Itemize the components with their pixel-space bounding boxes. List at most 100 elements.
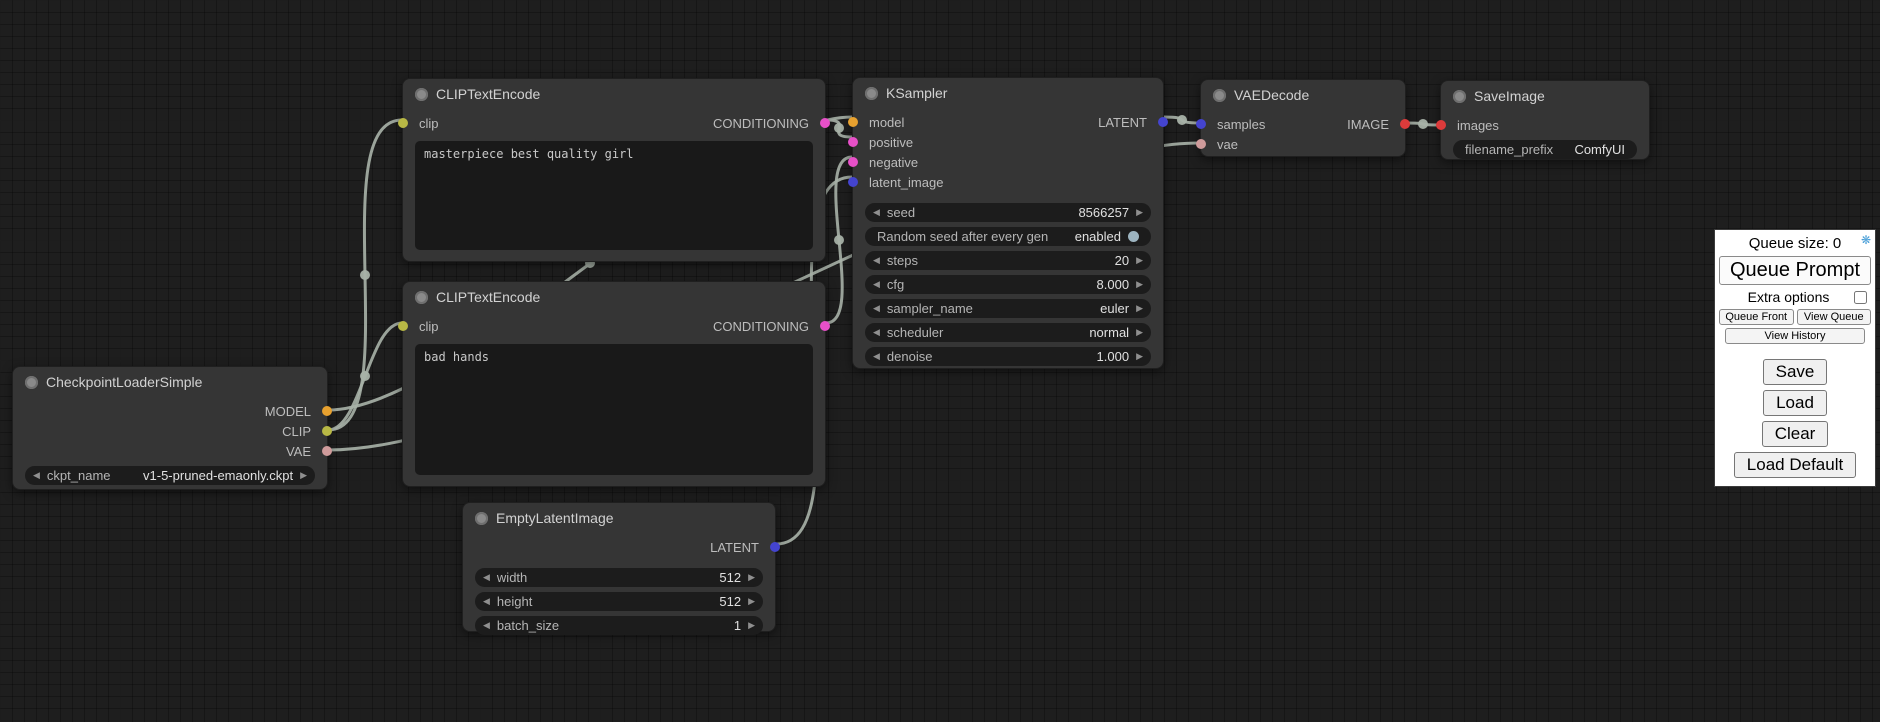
random-seed-toggle-widget[interactable]: Random seed after every gen enabled	[865, 227, 1151, 246]
node-collapse-icon[interactable]	[865, 87, 878, 100]
seed-widget[interactable]: ◀ seed 8566257 ▶	[865, 203, 1151, 222]
load-default-button[interactable]: Load Default	[1734, 452, 1856, 478]
output-label-latent: LATENT	[1098, 115, 1147, 130]
scheduler-widget[interactable]: ◀ scheduler normal ▶	[865, 323, 1151, 342]
decrement-arrow-icon[interactable]: ◀	[33, 471, 40, 480]
increment-arrow-icon[interactable]: ▶	[748, 597, 755, 606]
node-title-bar[interactable]: KSampler	[853, 78, 1163, 108]
prompt-textarea[interactable]: bad hands	[415, 344, 813, 475]
decrement-arrow-icon[interactable]: ◀	[873, 304, 880, 313]
latent-image-input-dot[interactable]	[848, 177, 858, 187]
slot-row: model LATENT	[853, 112, 1163, 132]
samples-input-dot[interactable]	[1196, 119, 1206, 129]
decrement-arrow-icon[interactable]: ◀	[483, 621, 490, 630]
decrement-arrow-icon[interactable]: ◀	[873, 256, 880, 265]
load-button[interactable]: Load	[1763, 390, 1827, 416]
height-widget[interactable]: ◀ height 512 ▶	[475, 592, 763, 611]
cfg-widget[interactable]: ◀ cfg 8.000 ▶	[865, 275, 1151, 294]
image-output-dot[interactable]	[1400, 119, 1410, 129]
increment-arrow-icon[interactable]: ▶	[1136, 304, 1143, 313]
batch-size-widget[interactable]: ◀ batch_size 1 ▶	[475, 616, 763, 635]
clip-input-dot[interactable]	[398, 321, 408, 331]
view-queue-button[interactable]: View Queue	[1797, 309, 1872, 325]
node-checkpoint-loader[interactable]: CheckpointLoaderSimple MODEL CLIP VAE ◀ …	[12, 366, 328, 490]
increment-arrow-icon[interactable]: ▶	[1136, 280, 1143, 289]
widget-value: 512	[719, 570, 741, 585]
increment-arrow-icon[interactable]: ▶	[1136, 328, 1143, 337]
clear-button[interactable]: Clear	[1762, 421, 1829, 447]
decrement-arrow-icon[interactable]: ◀	[483, 597, 490, 606]
node-canvas[interactable]: CheckpointLoaderSimple MODEL CLIP VAE ◀ …	[0, 0, 1880, 722]
node-ksampler[interactable]: KSampler model LATENT positive negative …	[852, 77, 1164, 369]
model-output-dot[interactable]	[322, 406, 332, 416]
clip-input-dot[interactable]	[398, 118, 408, 128]
increment-arrow-icon[interactable]: ▶	[1136, 352, 1143, 361]
node-vae-decode[interactable]: VAEDecode samples IMAGE vae	[1200, 79, 1406, 157]
denoise-widget[interactable]: ◀ denoise 1.000 ▶	[865, 347, 1151, 366]
link-midpoint-dot	[834, 123, 844, 133]
input-label-negative: negative	[869, 155, 918, 170]
latent-output-dot[interactable]	[1158, 117, 1168, 127]
filename-prefix-widget[interactable]: filename_prefix ComfyUI	[1453, 140, 1637, 159]
slot-row: CLIP	[13, 421, 327, 441]
widget-label: steps	[887, 253, 918, 268]
output-label-latent: LATENT	[710, 540, 759, 555]
width-widget[interactable]: ◀ width 512 ▶	[475, 568, 763, 587]
increment-arrow-icon[interactable]: ▶	[748, 573, 755, 582]
images-input-dot[interactable]	[1436, 120, 1446, 130]
node-clip-text-encode-positive[interactable]: CLIPTextEncode clip CONDITIONING masterp…	[402, 78, 826, 262]
decrement-arrow-icon[interactable]: ◀	[873, 208, 880, 217]
node-clip-text-encode-negative[interactable]: CLIPTextEncode clip CONDITIONING bad han…	[402, 281, 826, 487]
increment-arrow-icon[interactable]: ▶	[748, 621, 755, 630]
increment-arrow-icon[interactable]: ▶	[300, 471, 307, 480]
vae-input-dot[interactable]	[1196, 139, 1206, 149]
ckpt-name-widget[interactable]: ◀ ckpt_name v1-5-pruned-emaonly.ckpt ▶	[25, 466, 315, 485]
node-collapse-icon[interactable]	[1453, 90, 1466, 103]
steps-widget[interactable]: ◀ steps 20 ▶	[865, 251, 1151, 270]
input-label-clip: clip	[419, 116, 439, 131]
extra-options-checkbox[interactable]	[1854, 291, 1867, 304]
positive-input-dot[interactable]	[848, 137, 858, 147]
save-button[interactable]: Save	[1763, 359, 1828, 385]
sampler-name-widget[interactable]: ◀ sampler_name euler ▶	[865, 299, 1151, 318]
node-collapse-icon[interactable]	[415, 88, 428, 101]
node-title-bar[interactable]: CheckpointLoaderSimple	[13, 367, 327, 397]
increment-arrow-icon[interactable]: ▶	[1136, 256, 1143, 265]
comfy-menu-panel: Queue size: 0 ❋ Queue Prompt Extra optio…	[1714, 229, 1876, 487]
node-collapse-icon[interactable]	[415, 291, 428, 304]
vae-output-dot[interactable]	[322, 446, 332, 456]
negative-input-dot[interactable]	[848, 157, 858, 167]
toggle-on-icon[interactable]	[1128, 231, 1139, 242]
node-title-bar[interactable]: VAEDecode	[1201, 80, 1405, 110]
conditioning-output-dot[interactable]	[820, 321, 830, 331]
node-title-bar[interactable]: SaveImage	[1441, 81, 1649, 111]
input-label-positive: positive	[869, 135, 913, 150]
node-empty-latent-image[interactable]: EmptyLatentImage LATENT ◀ width 512 ▶ ◀ …	[462, 502, 776, 632]
node-title-bar[interactable]: CLIPTextEncode	[403, 282, 825, 312]
decrement-arrow-icon[interactable]: ◀	[873, 280, 880, 289]
node-title-bar[interactable]: CLIPTextEncode	[403, 79, 825, 109]
queue-prompt-button[interactable]: Queue Prompt	[1719, 256, 1871, 285]
increment-arrow-icon[interactable]: ▶	[1136, 208, 1143, 217]
node-collapse-icon[interactable]	[475, 512, 488, 525]
decrement-arrow-icon[interactable]: ◀	[483, 573, 490, 582]
input-label-model: model	[869, 115, 904, 130]
model-input-dot[interactable]	[848, 117, 858, 127]
node-collapse-icon[interactable]	[1213, 89, 1226, 102]
latent-output-dot[interactable]	[770, 542, 780, 552]
decrement-arrow-icon[interactable]: ◀	[873, 352, 880, 361]
settings-icon[interactable]: ❋	[1861, 233, 1871, 247]
input-label-images: images	[1457, 118, 1499, 133]
decrement-arrow-icon[interactable]: ◀	[873, 328, 880, 337]
link-midpoint-dot	[834, 235, 844, 245]
node-title-bar[interactable]: EmptyLatentImage	[463, 503, 775, 533]
prompt-textarea[interactable]: masterpiece best quality girl	[415, 141, 813, 250]
widget-value: 1	[734, 618, 741, 633]
node-save-image[interactable]: SaveImage images filename_prefix ComfyUI	[1440, 80, 1650, 160]
node-collapse-icon[interactable]	[25, 376, 38, 389]
conditioning-output-dot[interactable]	[820, 118, 830, 128]
clip-output-dot[interactable]	[322, 426, 332, 436]
view-history-button[interactable]: View History	[1725, 328, 1865, 344]
queue-front-button[interactable]: Queue Front	[1719, 309, 1794, 325]
slot-row: negative	[853, 152, 1163, 172]
